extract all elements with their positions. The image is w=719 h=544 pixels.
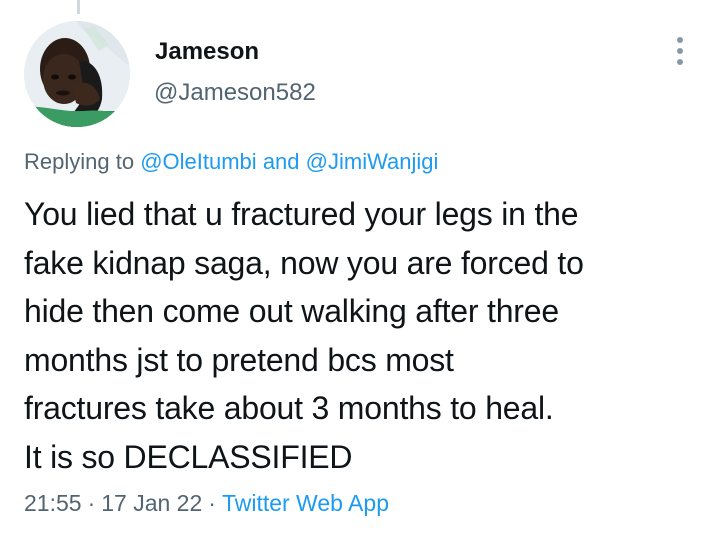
tweet-date[interactable]: 17 Jan 22 [101,490,202,516]
author-name[interactable]: Jameson [155,38,259,66]
tweet-meta: 21:55 · 17 Jan 22 · Twitter Web App [24,488,389,518]
tweet-text-line: fractures take about 3 months to heal. [24,390,554,426]
mention-link-jimiwanjigi[interactable]: @JimiWanjigi [306,149,439,174]
tweet-source-link[interactable]: Twitter Web App [222,490,389,516]
replying-to: Replying to @OleItumbi and @JimiWanjigi [24,148,438,176]
avatar[interactable] [24,21,130,127]
replying-connector[interactable]: and [263,149,300,174]
thread-connector-line [77,0,80,14]
tweet-text-line: fake kidnap saga, now you are forced to [24,244,584,281]
more-options-button[interactable] [664,32,696,70]
meta-separator: · [87,490,96,516]
tweet-text-line: You lied that u fractured your legs in t… [24,196,579,232]
replying-to-label: Replying to [24,149,135,174]
tweet-text-line: It is so DECLASSIFIED [24,438,353,475]
more-vertical-icon [677,37,683,43]
author-handle[interactable]: @Jameson582 [154,79,316,107]
tweet-text-line: months jst to pretend bcs most [24,341,454,378]
tweet-text-line: hide then come out walking after three [24,293,559,329]
more-vertical-icon-dot [677,48,683,54]
tweet-text: You lied that u fractured your legs in t… [24,190,704,481]
tweet-time[interactable]: 21:55 [24,490,82,516]
more-vertical-icon-dot [677,59,683,65]
mention-link-oleitumbi[interactable]: @OleItumbi [140,149,256,174]
meta-separator: · [208,490,216,516]
avatar-photo [24,21,130,127]
